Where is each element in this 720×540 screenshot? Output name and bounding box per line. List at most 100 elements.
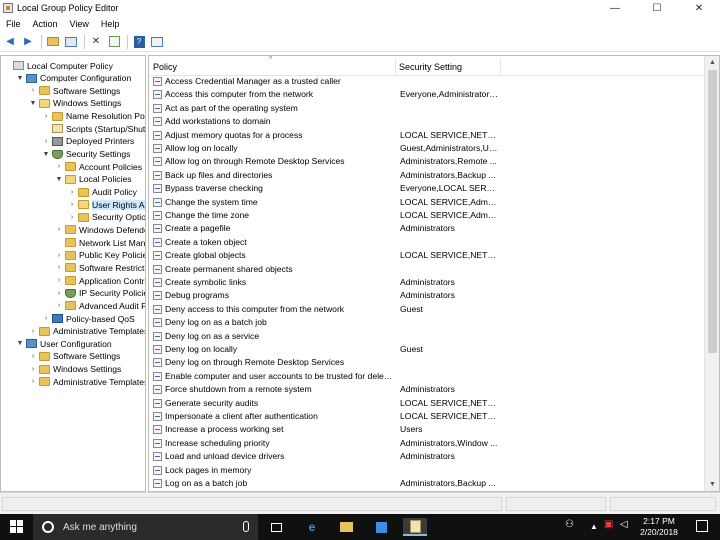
expand-chevron-icon[interactable]: › <box>29 328 37 335</box>
collapse-chevron-icon[interactable]: ▼ <box>29 100 37 107</box>
volume-icon[interactable]: ◁ <box>620 519 628 530</box>
expand-chevron-icon[interactable]: › <box>42 315 50 322</box>
policy-row[interactable]: Deny log on as a service <box>149 330 705 343</box>
policy-row[interactable]: Load and unload device drivers Administra… <box>149 450 705 463</box>
task-view-icon[interactable] <box>267 518 285 536</box>
policy-row[interactable]: Create a pagefile Administrators <box>149 222 705 235</box>
taskbar-search[interactable]: Ask me anything <box>33 514 258 540</box>
menu-file[interactable]: File <box>0 19 27 29</box>
policy-row[interactable]: Increase a process working set Users <box>149 423 705 436</box>
help-icon[interactable]: ? <box>132 35 146 49</box>
policy-row[interactable]: Generate security audits LOCAL SERVICE,NE… <box>149 397 705 410</box>
collapse-chevron-icon[interactable]: ▼ <box>42 151 50 158</box>
column-header-security-setting[interactable]: Security Setting <box>399 62 462 72</box>
properties-icon[interactable] <box>150 35 164 49</box>
tree-item[interactable]: › Software Settings <box>29 84 121 97</box>
scroll-up-icon[interactable]: ▲ <box>709 59 716 66</box>
tree-item[interactable]: › Audit Policy <box>68 186 137 199</box>
clock[interactable]: 2:17 PM 2/20/2018 <box>635 516 683 538</box>
policy-row[interactable]: Change the time zone LOCAL SERVICE,Admini… <box>149 209 705 222</box>
policy-row[interactable]: Access Credential Manager as a trusted c… <box>149 75 705 88</box>
column-divider[interactable] <box>500 58 501 74</box>
back-arrow-icon[interactable]: ◀ <box>3 35 17 49</box>
export-list-icon[interactable] <box>107 35 121 49</box>
tree-item[interactable]: › IP Security Policies <box>55 287 145 300</box>
edge-browser-icon[interactable]: e <box>303 518 321 536</box>
tree-item[interactable]: › Application Control Policies <box>55 274 145 287</box>
expand-chevron-icon[interactable]: › <box>55 163 63 170</box>
policy-row[interactable]: Deny log on locally Guest <box>149 343 705 356</box>
expand-chevron-icon[interactable]: › <box>55 264 63 271</box>
tree-item[interactable]: Network List Manager Policies <box>55 236 145 249</box>
file-explorer-icon[interactable] <box>337 518 355 536</box>
scroll-down-icon[interactable]: ▼ <box>709 481 716 488</box>
show-hide-tree-icon[interactable] <box>64 35 78 49</box>
policy-row[interactable]: Deny log on through Remote Desktop Servi… <box>149 356 705 369</box>
close-button[interactable]: ✕ <box>678 0 720 16</box>
policy-row[interactable]: Lock pages in memory <box>149 464 705 477</box>
tree-item[interactable]: › Software Settings <box>29 350 121 363</box>
tree-item[interactable]: › Policy-based QoS <box>42 312 135 325</box>
microphone-icon[interactable] <box>243 521 249 532</box>
tree-item[interactable]: › User Rights Assignment <box>68 198 145 211</box>
delete-icon[interactable]: ✕ <box>89 35 103 49</box>
menu-help[interactable]: Help <box>95 19 126 29</box>
collapse-chevron-icon[interactable]: ▼ <box>16 340 24 347</box>
policy-row[interactable]: Deny log on as a batch job <box>149 316 705 329</box>
tree-item[interactable]: › Deployed Printers <box>42 135 134 148</box>
policy-row[interactable]: Add workstations to domain <box>149 115 705 128</box>
expand-chevron-icon[interactable]: › <box>55 302 63 309</box>
minimize-button[interactable]: — <box>594 0 636 16</box>
policy-row[interactable]: Change the system time LOCAL SERVICE,Admi… <box>149 196 705 209</box>
policy-row[interactable]: Force shutdown from a remote system Admin… <box>149 383 705 396</box>
expand-chevron-icon[interactable]: › <box>55 252 63 259</box>
policy-row[interactable]: Create global objects LOCAL SERVICE,NETWO… <box>149 249 705 262</box>
scroll-thumb[interactable] <box>708 70 717 353</box>
policy-row[interactable]: Back up files and directories Administrat… <box>149 169 705 182</box>
policy-row[interactable]: Log on as a batch job Administrators,Back… <box>149 477 705 490</box>
maximize-button[interactable]: ☐ <box>636 0 678 16</box>
tree-item[interactable]: › Security Options <box>68 211 145 224</box>
tree-item[interactable]: › Software Restriction Policies <box>55 261 145 274</box>
expand-chevron-icon[interactable]: › <box>42 138 50 145</box>
column-divider[interactable] <box>395 58 396 74</box>
tree-item[interactable]: ▼ Windows Settings <box>29 97 122 110</box>
tree-item[interactable]: ▼ Security Settings <box>42 148 131 161</box>
tree-item[interactable]: Local Computer Policy <box>3 59 113 72</box>
up-folder-icon[interactable] <box>46 35 60 49</box>
tree-item[interactable]: ▼ Local Policies <box>55 173 132 186</box>
tree-item[interactable]: › Account Policies <box>55 160 142 173</box>
expand-chevron-icon[interactable]: › <box>29 378 37 385</box>
vertical-scrollbar[interactable]: ▲ ▼ <box>704 56 719 491</box>
expand-chevron-icon[interactable]: › <box>29 366 37 373</box>
policy-row[interactable]: Create permanent shared objects <box>149 263 705 276</box>
policy-row[interactable]: Increase scheduling priority Administrato… <box>149 437 705 450</box>
policy-row[interactable]: Access this computer from the network Eve… <box>149 88 705 101</box>
start-button[interactable] <box>10 520 24 534</box>
tree-item[interactable]: › Name Resolution Policy <box>42 110 145 123</box>
tree-item[interactable]: ▼ Computer Configuration <box>16 72 132 85</box>
policy-row[interactable]: Deny access to this computer from the ne… <box>149 303 705 316</box>
menu-action[interactable]: Action <box>27 19 64 29</box>
forward-arrow-icon[interactable]: ▶ <box>21 35 35 49</box>
tree-item[interactable]: › Windows Settings <box>29 363 121 376</box>
policy-row[interactable]: Create symbolic links Administrators <box>149 276 705 289</box>
policy-row[interactable]: Create a token object <box>149 236 705 249</box>
expand-chevron-icon[interactable]: › <box>68 201 76 208</box>
collapse-chevron-icon[interactable]: ▼ <box>55 176 63 183</box>
group-policy-taskbar-icon[interactable] <box>403 518 427 536</box>
show-hidden-icons-icon[interactable]: ▲ <box>590 522 598 531</box>
action-center-icon[interactable] <box>696 520 708 532</box>
network-icon[interactable]: ▣ <box>604 519 613 530</box>
policy-row[interactable]: Adjust memory quotas for a process LOCAL … <box>149 129 705 142</box>
expand-chevron-icon[interactable]: › <box>55 226 63 233</box>
tree-item[interactable]: › Public Key Policies <box>55 249 145 262</box>
console-tree[interactable]: Local Computer Policy ▼ Computer Configura… <box>0 55 146 492</box>
expand-chevron-icon[interactable]: › <box>55 290 63 297</box>
policy-row[interactable]: Allow log on through Remote Desktop Serv… <box>149 155 705 168</box>
expand-chevron-icon[interactable]: › <box>42 113 50 120</box>
store-app-icon[interactable] <box>372 518 390 536</box>
tree-item[interactable]: › Administrative Templates <box>29 325 145 338</box>
tree-item[interactable]: › Administrative Templates <box>29 375 145 388</box>
expand-chevron-icon[interactable]: › <box>68 214 76 221</box>
